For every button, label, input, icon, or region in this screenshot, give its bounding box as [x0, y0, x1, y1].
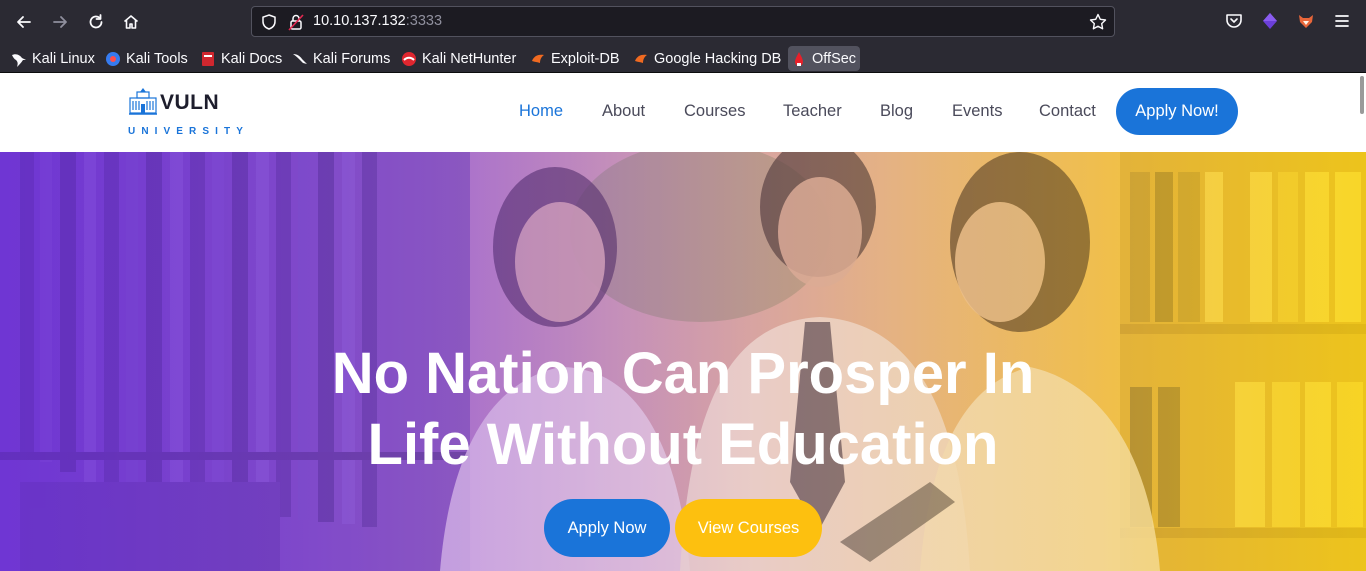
bookmark-label: OffSec — [812, 50, 857, 67]
bookmark-label: Kali Tools — [126, 50, 188, 67]
bookmark-kali-tools[interactable]: Kali Tools — [105, 46, 188, 71]
nav-courses[interactable]: Courses — [684, 102, 745, 121]
nav-events[interactable]: Events — [952, 102, 1002, 121]
hero-apply-now-button[interactable]: Apply Now — [544, 499, 670, 557]
page-scrollbar[interactable] — [1360, 76, 1364, 114]
logo-subtitle: UNIVERSITY — [128, 126, 250, 137]
bookmark-kali-linux[interactable]: Kali Linux — [11, 46, 95, 71]
ghdb-icon — [635, 54, 647, 63]
bookmark-label: Exploit-DB — [551, 50, 620, 67]
url-host: 10.10.137.132 — [313, 13, 406, 29]
university-building-icon — [129, 88, 157, 115]
bookmark-kali-docs[interactable]: Kali Docs — [200, 46, 282, 71]
browser-toolbar: 10.10.137.132:3333 — [0, 0, 1366, 42]
bookmark-kali-forums[interactable]: Kali Forums — [292, 46, 390, 71]
home-icon — [123, 15, 139, 29]
apply-now-nav-button[interactable]: Apply Now! — [1116, 88, 1238, 135]
page-viewport: VULN UNIVERSITY Home About Courses Teach… — [0, 73, 1366, 571]
kali-tools-icon — [106, 51, 120, 66]
hero-section: No Nation Can Prosper In Life Without Ed… — [0, 152, 1366, 571]
nav-blog[interactable]: Blog — [880, 102, 913, 121]
nav-contact[interactable]: Contact — [1039, 102, 1096, 121]
pocket-icon[interactable] — [1224, 11, 1244, 31]
offsec-icon — [795, 51, 803, 66]
bookmark-label: Google Hacking DB — [654, 50, 782, 67]
url-port: :3333 — [405, 13, 443, 29]
home-button[interactable] — [118, 9, 144, 35]
bookmark-kali-nethunter[interactable]: Kali NetHunter — [401, 46, 516, 71]
bookmarks-bar: Kali Linux Kali Tools Kali Docs Kali For… — [0, 42, 1366, 73]
bookmark-label: Kali NetHunter — [422, 50, 517, 67]
insecure-lock-icon[interactable] — [288, 13, 304, 31]
nav-teacher[interactable]: Teacher — [783, 102, 842, 121]
forward-button[interactable] — [47, 9, 73, 35]
nav-about[interactable]: About — [602, 102, 645, 121]
bookmark-star-icon[interactable] — [1088, 12, 1108, 32]
nav-home[interactable]: Home — [519, 102, 563, 121]
logo-title: VULN — [160, 91, 220, 114]
tracking-shield-icon[interactable] — [260, 13, 278, 31]
url-text[interactable]: 10.10.137.132:3333 — [313, 13, 442, 29]
hero-title-line-2: Life Without Education — [367, 412, 999, 477]
bookmark-label: Kali Forums — [313, 50, 391, 67]
bookmark-google-hacking-db[interactable]: Google Hacking DB — [633, 46, 781, 71]
back-button[interactable] — [11, 9, 37, 35]
kali-forums-icon — [293, 53, 307, 64]
nethunter-icon — [402, 51, 416, 66]
exploit-db-icon — [532, 54, 544, 63]
kali-dragon-icon — [12, 53, 26, 67]
url-bar[interactable]: 10.10.137.132:3333 — [251, 6, 1115, 37]
site-header: VULN UNIVERSITY Home About Courses Teach… — [0, 73, 1366, 152]
kali-docs-icon — [202, 51, 214, 66]
foxyproxy-icon[interactable] — [1296, 11, 1316, 31]
arrow-left-icon — [17, 16, 31, 28]
hero-title-line-1: No Nation Can Prosper In — [331, 341, 1035, 406]
hero-title: No Nation Can Prosper In Life Without Ed… — [0, 338, 1366, 480]
extension-purple-icon[interactable] — [1260, 11, 1280, 31]
arrow-right-icon — [53, 16, 67, 28]
hero-view-courses-button[interactable]: View Courses — [675, 499, 822, 557]
bookmark-offsec[interactable]: OffSec — [788, 46, 861, 71]
bookmark-label: Kali Docs — [221, 50, 283, 67]
menu-icon[interactable] — [1332, 11, 1352, 31]
reload-icon — [89, 14, 103, 29]
bookmark-label: Kali Linux — [32, 50, 95, 67]
bookmark-exploit-db[interactable]: Exploit-DB — [530, 46, 620, 71]
reload-button[interactable] — [83, 9, 109, 35]
